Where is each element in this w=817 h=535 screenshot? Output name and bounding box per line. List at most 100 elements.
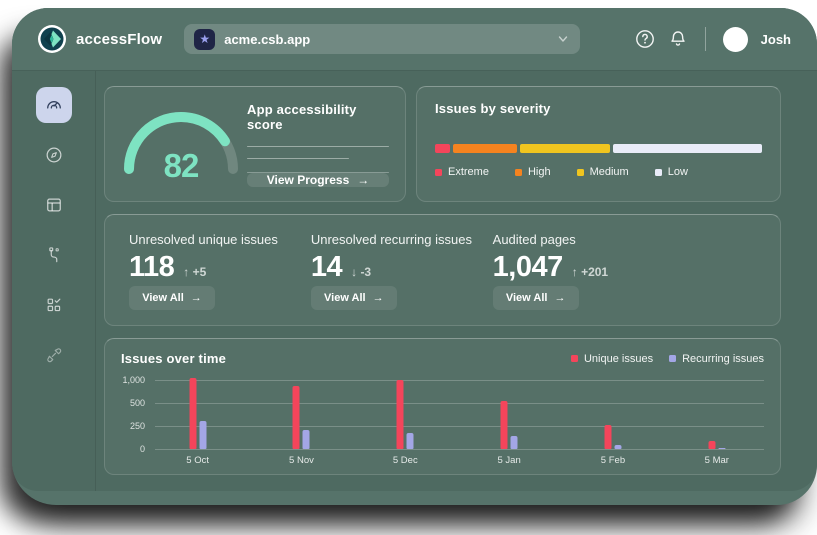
- bar-recurring-issues: [614, 445, 621, 449]
- bar-group-5-dec: [397, 380, 414, 449]
- arrow-right-icon: →: [191, 292, 202, 304]
- bar-recurring-issues: [199, 421, 206, 449]
- legend-swatch-icon: [515, 169, 522, 176]
- bar-chart: 02505001,000 5 Oct5 Nov5 Dec5 Jan5 Feb5 …: [121, 374, 764, 466]
- chart-area: [155, 372, 764, 450]
- x-tick-label: 5 Feb: [601, 455, 625, 466]
- skeleton-line: [247, 172, 389, 173]
- stat-unresolved-recurring: Unresolved recurring issues 14 ↓ -3 View…: [311, 232, 493, 310]
- severity-legend-item: Extreme: [435, 166, 489, 178]
- stat-label: Unresolved recurring issues: [311, 232, 493, 247]
- stat-delta: ↑ +201: [572, 265, 608, 279]
- view-all-label: View All: [506, 292, 548, 304]
- legend-swatch-icon: [571, 355, 578, 362]
- gridline: [155, 449, 764, 450]
- stat-unresolved-unique: Unresolved unique issues 118 ↑ +5 View A…: [129, 232, 311, 310]
- legend-swatch-icon: [435, 169, 442, 176]
- chevron-down-icon: [556, 32, 570, 46]
- y-tick-label: 250: [130, 421, 145, 431]
- severity-legend-item: High: [515, 166, 551, 178]
- sidebar-item-compass[interactable]: [36, 137, 72, 173]
- arrow-down-icon: ↓: [351, 265, 357, 279]
- bell-icon[interactable]: [668, 29, 688, 49]
- bar-recurring-issues: [407, 433, 414, 449]
- app-window: accessFlow ★ acme.csb.app Josh: [12, 8, 817, 505]
- severity-card-title: Issues by severity: [435, 101, 762, 116]
- score-card-title: App accessibility score: [247, 102, 389, 132]
- severity-segment-high: [453, 144, 518, 153]
- y-tick-label: 1,000: [122, 375, 145, 385]
- sidebar-item-tasks[interactable]: [36, 287, 72, 323]
- severity-segment-low: [613, 144, 762, 153]
- bar-unique-issues: [397, 380, 404, 449]
- severity-legend: Extreme High Medium Low: [435, 166, 762, 178]
- view-all-label: View All: [324, 292, 366, 304]
- plug-icon: [44, 345, 64, 365]
- bar-group-5-feb: [604, 425, 621, 449]
- gridline: [155, 403, 764, 404]
- view-all-label: View All: [142, 292, 184, 304]
- arrow-right-icon: →: [357, 173, 369, 187]
- chart-legend: Unique issuesRecurring issues: [571, 353, 764, 365]
- sidebar-item-integrations[interactable]: [36, 337, 72, 373]
- bar-unique-issues: [604, 425, 611, 449]
- layout-icon: [44, 195, 64, 215]
- issues-over-time-card: Issues over time Unique issuesRecurring …: [104, 338, 781, 475]
- top-bar: accessFlow ★ acme.csb.app Josh: [12, 8, 817, 70]
- sidebar-item-layout[interactable]: [36, 187, 72, 223]
- legend-label: High: [528, 166, 551, 178]
- project-name: acme.csb.app: [224, 32, 547, 47]
- x-tick-label: 5 Oct: [186, 455, 209, 466]
- sidebar-item-dashboard[interactable]: [36, 87, 72, 123]
- bar-recurring-issues: [303, 430, 310, 449]
- bar-recurring-issues: [718, 448, 725, 450]
- chart-legend-item: Unique issues: [571, 353, 653, 365]
- view-all-pages-button[interactable]: View All→: [493, 286, 579, 310]
- view-progress-button[interactable]: View Progress →: [247, 173, 389, 187]
- severity-legend-item: Low: [655, 166, 688, 178]
- stats-summary-card: Unresolved unique issues 118 ↑ +5 View A…: [104, 214, 781, 326]
- stat-delta: ↑ +5: [183, 265, 206, 279]
- severity-segment-extreme: [435, 144, 450, 153]
- stat-audited-pages: Audited pages 1,047 ↑ +201 View All→: [493, 232, 756, 310]
- header-divider: [705, 27, 706, 51]
- accessflow-logo-icon: [38, 25, 66, 53]
- legend-swatch-icon: [669, 355, 676, 362]
- arrow-right-icon: →: [373, 292, 384, 304]
- project-selector[interactable]: ★ acme.csb.app: [184, 24, 580, 54]
- arrow-up-icon: ↑: [183, 265, 189, 279]
- severity-legend-item: Medium: [577, 166, 629, 178]
- bar-group-5-mar: [708, 441, 725, 449]
- bar-unique-issues: [293, 386, 300, 449]
- skeleton-line: [247, 158, 349, 159]
- bar-group-5-oct: [189, 378, 206, 449]
- brand: accessFlow: [38, 25, 162, 53]
- sidebar-item-flows[interactable]: [36, 237, 72, 273]
- legend-swatch-icon: [655, 169, 662, 176]
- x-tick-label: 5 Mar: [705, 455, 729, 466]
- legend-label: Extreme: [448, 166, 489, 178]
- view-all-recurring-button[interactable]: View All →: [311, 286, 397, 310]
- avatar[interactable]: [723, 27, 748, 52]
- y-tick-label: 0: [140, 444, 145, 454]
- x-axis: 5 Oct5 Nov5 Dec5 Jan5 Feb5 Mar: [155, 452, 764, 466]
- gridline: [155, 380, 764, 381]
- x-tick-label: 5 Dec: [393, 455, 418, 466]
- x-tick-label: 5 Jan: [498, 455, 521, 466]
- stat-value: 1,047: [493, 251, 563, 284]
- stat-delta: ↓ -3: [351, 265, 371, 279]
- score-value: 82: [164, 147, 199, 185]
- y-axis: 0 250 500 1,000: [121, 374, 155, 466]
- y-tick-label: 500: [130, 398, 145, 408]
- sidebar: [12, 71, 96, 491]
- bar-group-5-jan: [501, 401, 518, 449]
- stat-value: 14: [311, 251, 342, 284]
- view-progress-label: View Progress: [267, 173, 350, 187]
- issues-by-severity-card: Issues by severity Extreme High Medium Low: [416, 86, 781, 202]
- view-all-unique-button[interactable]: View All →: [129, 286, 215, 310]
- help-icon[interactable]: [635, 29, 655, 49]
- brand-name: accessFlow: [76, 31, 162, 48]
- chart-title: Issues over time: [121, 351, 226, 366]
- bar-unique-issues: [708, 441, 715, 449]
- bar-unique-issues: [189, 378, 196, 449]
